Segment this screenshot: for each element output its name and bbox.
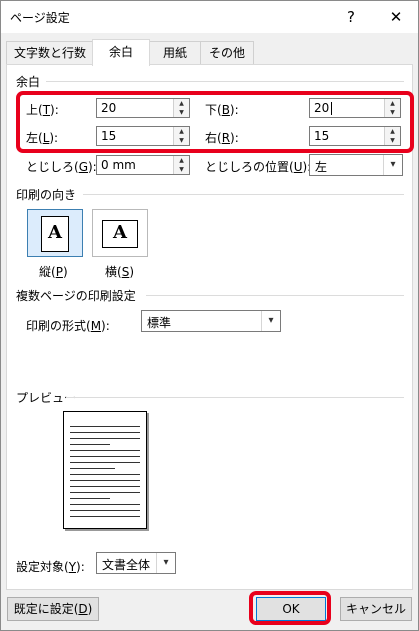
margins-highlight-box xyxy=(16,91,414,153)
landscape-page-icon: A xyxy=(102,220,138,248)
portrait-page-icon: A xyxy=(41,216,69,252)
landscape-label: 横(S) xyxy=(105,265,134,279)
gutter-position-select[interactable]: 左 ▾ xyxy=(309,154,403,176)
preview-divider xyxy=(66,397,404,398)
gutter-position-label: とじしろの位置(U): xyxy=(205,160,312,174)
pages-group-label: 複数ページの印刷設定 xyxy=(16,289,136,303)
chevron-down-icon[interactable]: ▾ xyxy=(156,553,175,573)
orientation-group-label: 印刷の向き xyxy=(16,188,77,202)
gutter-label: とじしろ(G): xyxy=(26,160,97,174)
print-format-label: 印刷の形式(M): xyxy=(26,319,110,333)
apply-to-label: 設定対象(Y): xyxy=(16,560,85,574)
print-format-select[interactable]: 標準 ▾ xyxy=(141,310,281,332)
apply-to-select[interactable]: 文書全体 ▾ xyxy=(96,552,176,574)
landscape-button[interactable]: A xyxy=(92,209,148,257)
chevron-down-icon[interactable]: ▾ xyxy=(261,311,280,331)
margins-group-label: 余白 xyxy=(16,75,41,89)
margins-divider xyxy=(46,81,404,82)
pages-divider xyxy=(146,295,404,296)
portrait-label: 縦(P) xyxy=(39,265,68,279)
ok-highlight-box xyxy=(249,591,331,625)
print-format-value[interactable]: 標準 xyxy=(147,314,171,331)
close-icon[interactable]: ✕ xyxy=(376,1,416,33)
orientation-divider xyxy=(83,194,404,195)
gutter-spinner[interactable]: 0 mm ▲ ▼ xyxy=(96,155,190,175)
portrait-button[interactable]: A xyxy=(27,209,83,257)
tab-other[interactable]: その他 xyxy=(200,41,254,65)
cancel-button[interactable]: キャンセル xyxy=(340,597,412,621)
gutter-position-value[interactable]: 左 xyxy=(315,158,327,175)
title-bar: ページ設定 ? ✕ xyxy=(1,1,418,33)
spin-down-icon[interactable]: ▼ xyxy=(174,165,189,174)
set-as-default-button[interactable]: 既定に設定(D) xyxy=(7,597,99,621)
chevron-down-icon[interactable]: ▾ xyxy=(383,155,402,175)
help-button[interactable]: ? xyxy=(331,1,371,33)
gutter-value[interactable]: 0 mm xyxy=(101,158,136,172)
tab-margins[interactable]: 余白 xyxy=(92,39,150,66)
window-title: ページ設定 xyxy=(10,11,70,25)
tab-paper[interactable]: 用紙 xyxy=(148,41,202,65)
tab-chars-lines[interactable]: 文字数と行数 xyxy=(6,41,94,65)
page-setup-dialog: ページ設定 ? ✕ 文字数と行数 余白 用紙 その他 余白 上(T): 20 ▲… xyxy=(0,0,419,631)
page-preview xyxy=(63,411,147,529)
apply-to-value[interactable]: 文書全体 xyxy=(102,556,150,573)
